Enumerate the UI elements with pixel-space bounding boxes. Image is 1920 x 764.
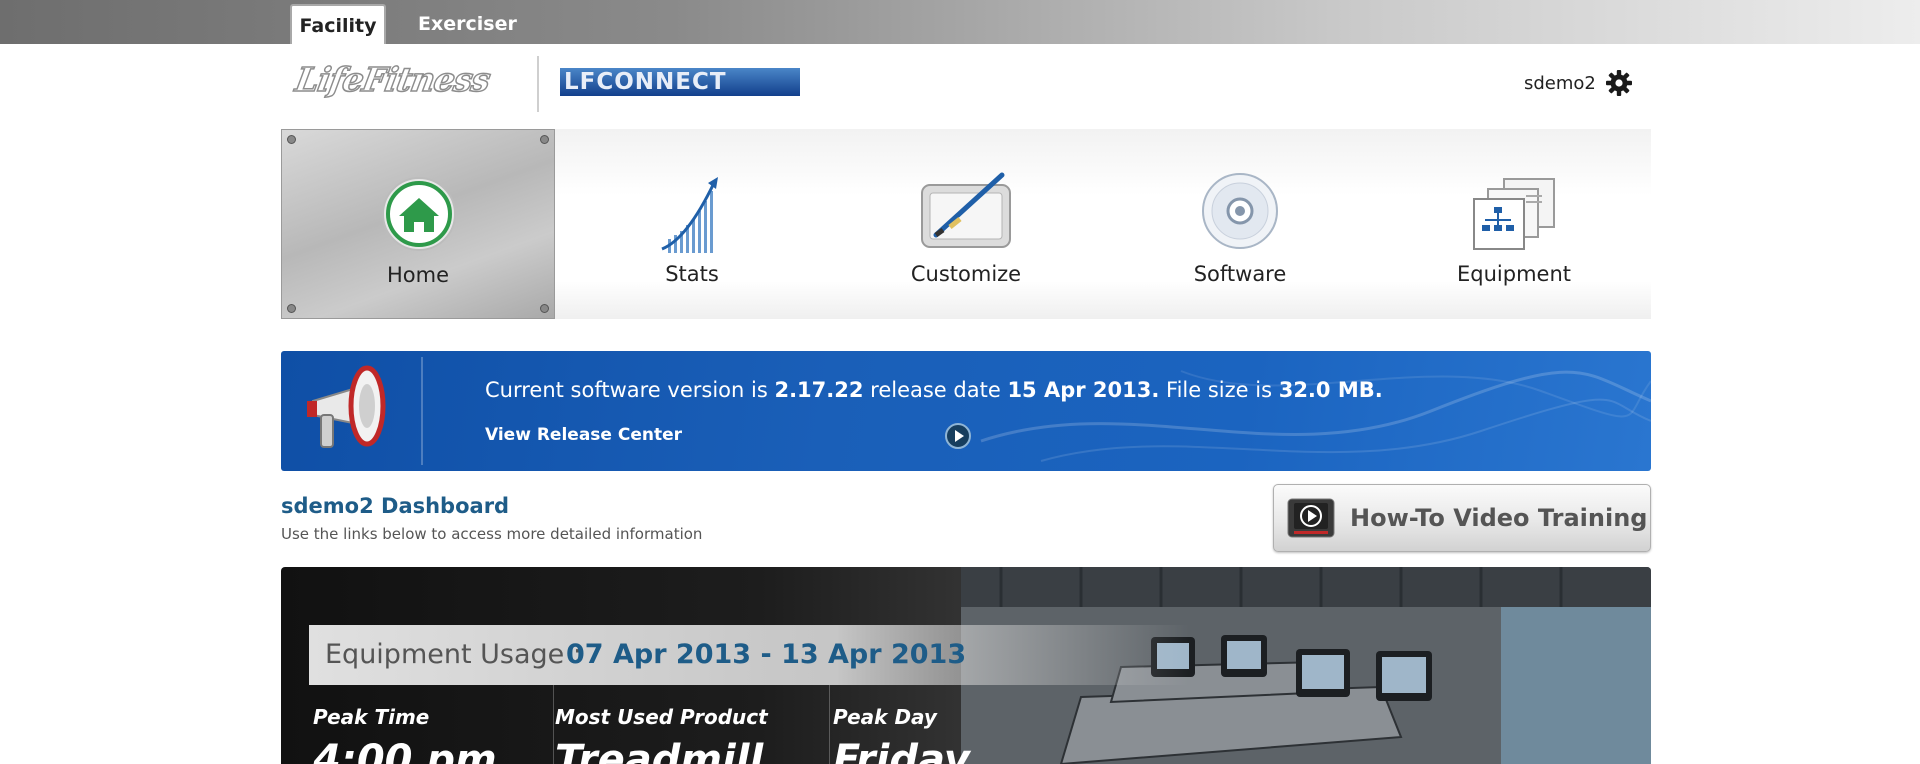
username-label[interactable]: sdemo2 [1524, 73, 1596, 94]
home-icon [382, 177, 456, 251]
wave-decoration [980, 370, 1651, 462]
dashboard-title: sdemo2 Dashboard [281, 494, 510, 518]
nav-item-label: Customize [910, 262, 1022, 286]
software-version-banner: Current software version is 2.17.22 rele… [281, 351, 1651, 471]
nav-item-home[interactable]: Home [281, 129, 555, 319]
nav-item-label: Software [1193, 262, 1287, 286]
nav-item-equipment[interactable]: Equipment [1377, 129, 1651, 319]
video-play-icon [1287, 498, 1335, 538]
stat-value: Friday [833, 737, 970, 764]
main-nav: Home Stats Customize Software Equipment [281, 129, 1651, 319]
stat-label: Most Used Product [555, 705, 768, 729]
software-version-message: Current software version is 2.17.22 rele… [485, 378, 1383, 402]
software-version-number: 2.17.22 [774, 378, 864, 402]
stat-most-used-product[interactable]: Most Used Product Treadmill [533, 685, 803, 764]
software-disc-icon [1202, 173, 1278, 249]
lifefitness-logo[interactable]: LifeFitness [292, 59, 494, 100]
screw-decoration [540, 135, 549, 144]
usage-label: Equipment Usage : [325, 639, 582, 670]
logo-divider [537, 56, 539, 112]
stat-label: Peak Time [313, 705, 430, 729]
screw-decoration [287, 135, 296, 144]
equipment-docs-icon [1473, 178, 1555, 250]
nav-item-label: Equipment [1457, 262, 1571, 286]
play-circle-icon[interactable] [945, 423, 971, 449]
view-release-center-link[interactable]: View Release Center [485, 425, 682, 445]
howto-video-training-label: How-To Video Training [1350, 504, 1648, 532]
banner-divider [421, 357, 423, 465]
nav-item-software[interactable]: Software [1103, 129, 1377, 319]
nav-item-label: Stats [665, 262, 719, 286]
stat-label: Peak Day [833, 705, 937, 729]
customize-screen-icon [921, 172, 1011, 248]
lfconnect-logo[interactable]: LFCONNECT [560, 68, 800, 96]
file-size: 32.0 MB. [1278, 378, 1383, 402]
howto-video-training-button[interactable]: How-To Video Training [1273, 484, 1651, 552]
stat-value: 4:00 pm [313, 737, 497, 764]
stat-value: Treadmill [555, 737, 764, 764]
megaphone-icon [307, 365, 386, 448]
release-date: 15 Apr 2013. [1007, 378, 1160, 402]
nav-item-customize[interactable]: Customize [829, 129, 1103, 319]
screw-decoration [540, 304, 549, 313]
stats-chart-icon [661, 177, 718, 253]
gear-icon[interactable] [1604, 68, 1634, 98]
equipment-usage-panel: Equipment Usage : 07 Apr 2013 - 13 Apr 2… [281, 567, 1651, 764]
usage-date-range: 07 Apr 2013 - 13 Apr 2013 [566, 639, 967, 670]
stat-peak-time[interactable]: Peak Time 4:00 pm [291, 685, 531, 764]
tab-facility[interactable]: Facility [290, 4, 386, 44]
nav-item-stats[interactable]: Stats [555, 129, 829, 319]
tab-exerciser[interactable]: Exerciser [406, 4, 529, 44]
dashboard-subtitle: Use the links below to access more detai… [281, 525, 703, 543]
top-tab-strip: Facility Exerciser [0, 0, 1920, 44]
screw-decoration [287, 304, 296, 313]
nav-item-label: Home [386, 263, 449, 287]
stat-peak-day[interactable]: Peak Day Friday [811, 685, 1051, 764]
